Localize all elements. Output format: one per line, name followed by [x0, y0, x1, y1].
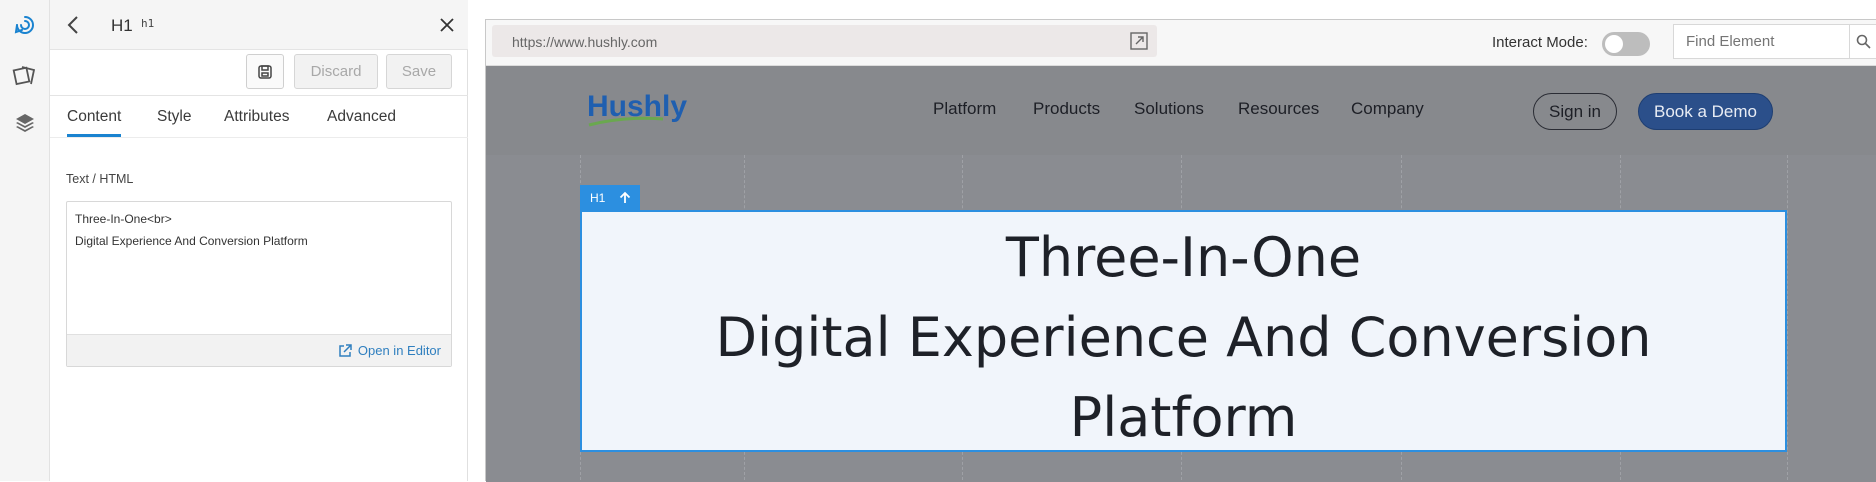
url-bar[interactable]: https://www.hushly.com: [492, 25, 1157, 57]
element-title: H1: [111, 16, 133, 35]
rail-ai-button[interactable]: [0, 2, 49, 48]
rail-layers-button[interactable]: [0, 100, 49, 146]
rail-pages-button[interactable]: [0, 52, 49, 98]
browser-frame: https://www.hushly.com Interact Mode: Hu…: [485, 19, 1876, 482]
tab-advanced[interactable]: Advanced: [327, 108, 396, 126]
tab-style[interactable]: Style: [157, 108, 191, 126]
save-button[interactable]: Save: [386, 54, 452, 89]
hushly-logo[interactable]: Hushly: [585, 86, 695, 135]
heading-line-2: Digital Experience And Conversion: [715, 306, 1652, 369]
open-in-editor-label: Open in Editor: [357, 343, 441, 358]
action-row: Discard Save: [50, 50, 468, 96]
text-html-footer: Open in Editor: [67, 334, 451, 366]
website-preview: Hushly Platform Products Solutions Resou…: [486, 66, 1876, 482]
selected-element-tag[interactable]: H1: [580, 185, 640, 210]
browser-toolbar: https://www.hushly.com Interact Mode:: [486, 20, 1876, 66]
element-editor-panel: H1 h1 Discard Save Content Style Attribu…: [50, 0, 468, 481]
hero-heading: Three-In-One Digital Experience And Conv…: [582, 218, 1785, 458]
selected-tag-label: H1: [590, 190, 606, 205]
url-text: https://www.hushly.com: [512, 34, 658, 50]
nav-products[interactable]: Products: [1033, 99, 1100, 119]
arrow-up-icon[interactable]: [619, 191, 631, 204]
back-button[interactable]: [61, 13, 85, 37]
close-button[interactable]: [436, 14, 458, 36]
interact-mode-label: Interact Mode:: [1492, 34, 1588, 51]
html-line-2: Digital Experience And Conversion Platfo…: [75, 234, 308, 248]
discard-button[interactable]: Discard: [294, 54, 378, 89]
sign-in-button[interactable]: Sign in: [1533, 93, 1617, 130]
open-in-editor-link[interactable]: Open in Editor: [338, 343, 441, 358]
search-icon: [1856, 34, 1871, 49]
save-disk-icon: [258, 64, 272, 79]
tab-content[interactable]: Content: [67, 108, 122, 137]
find-element-button[interactable]: [1849, 24, 1876, 59]
close-icon: [440, 18, 454, 32]
element-tag: h1: [141, 17, 155, 30]
find-element-input[interactable]: [1673, 24, 1849, 59]
panel-tabs: Content Style Attributes Advanced: [50, 96, 468, 138]
open-url-button[interactable]: [1129, 31, 1149, 56]
external-link-icon: [339, 343, 352, 357]
panel-header: H1 h1: [50, 0, 468, 50]
icon-rail: [0, 0, 50, 481]
logo-mark: Hushly: [587, 90, 687, 127]
book-demo-button[interactable]: Book a Demo: [1638, 93, 1773, 130]
text-html-field[interactable]: Three-In-One<br> Digital Experience And …: [66, 201, 452, 367]
nav-company[interactable]: Company: [1351, 99, 1424, 119]
swirl-icon: [14, 16, 34, 34]
nav-platform[interactable]: Platform: [933, 99, 996, 119]
chevron-left-icon: [67, 16, 78, 34]
text-html-value[interactable]: Three-In-One<br> Digital Experience And …: [75, 208, 308, 252]
save-template-button[interactable]: [246, 54, 284, 89]
open-in-window-icon: [1130, 32, 1148, 50]
site-navbar: Hushly Platform Products Solutions Resou…: [486, 66, 1876, 155]
html-line-1: Three-In-One<br>: [75, 212, 172, 226]
selected-h1-element[interactable]: Three-In-One Digital Experience And Conv…: [580, 210, 1787, 452]
grid-guide: [1787, 155, 1788, 482]
tab-attributes[interactable]: Attributes: [224, 108, 289, 126]
layers-icon: [15, 114, 34, 132]
nav-resources[interactable]: Resources: [1238, 99, 1319, 119]
heading-line-3: Platform: [1069, 386, 1298, 449]
interact-mode-toggle[interactable]: [1602, 32, 1650, 56]
heading-line-1: Three-In-One: [1005, 226, 1362, 289]
nav-solutions[interactable]: Solutions: [1134, 99, 1204, 119]
text-html-label: Text / HTML: [66, 172, 134, 186]
pages-icon: [12, 66, 35, 86]
toggle-knob: [1605, 35, 1623, 53]
